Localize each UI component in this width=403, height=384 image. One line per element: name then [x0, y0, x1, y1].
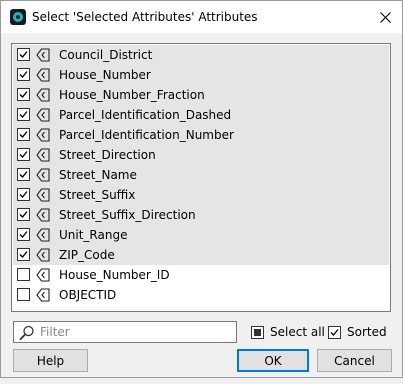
close-button[interactable] — [368, 1, 402, 33]
title-bar: Select 'Selected Attributes' Attributes — [1, 1, 402, 33]
field-checkbox[interactable] — [17, 108, 30, 121]
sorted-checkbox[interactable] — [328, 325, 341, 339]
field-name: ZIP_Code — [59, 248, 115, 262]
field-type-icon — [36, 168, 50, 182]
field-type-icon — [36, 268, 50, 282]
field-name: Parcel_Identification_Number — [59, 128, 234, 142]
field-row[interactable]: Street_Direction — [13, 145, 389, 165]
field-checkbox[interactable] — [17, 208, 30, 221]
field-type-icon — [36, 48, 50, 62]
field-checkbox[interactable] — [17, 48, 30, 61]
field-checkbox[interactable] — [17, 228, 30, 241]
field-name: Parcel_Identification_Dashed — [59, 108, 232, 122]
field-name: House_Number_ID — [59, 268, 170, 282]
select-all-toggle[interactable]: Select all — [251, 325, 325, 339]
field-type-icon — [36, 228, 50, 242]
field-checkbox[interactable] — [17, 188, 30, 201]
search-icon — [19, 325, 34, 341]
field-row[interactable]: Unit_Range — [13, 225, 389, 245]
sorted-toggle[interactable]: Sorted — [328, 325, 387, 339]
field-row[interactable]: Parcel_Identification_Number — [13, 125, 389, 145]
filter-input[interactable] — [40, 324, 232, 340]
field-checkbox[interactable] — [17, 88, 30, 101]
field-type-icon — [36, 88, 50, 102]
field-checkbox[interactable] — [17, 68, 30, 81]
checkmark-icon — [19, 171, 28, 178]
checkmark-icon — [19, 151, 28, 158]
select-all-checkbox[interactable] — [251, 325, 264, 339]
field-type-icon — [36, 208, 50, 222]
checkmark-icon — [19, 211, 28, 218]
checkmark-icon — [19, 251, 28, 258]
field-row[interactable]: ZIP_Code — [13, 245, 389, 265]
field-checkbox[interactable] — [17, 268, 30, 281]
sorted-label: Sorted — [347, 325, 387, 339]
checkmark-icon — [19, 51, 28, 58]
field-name: Street_Direction — [59, 148, 156, 162]
close-icon — [379, 11, 391, 23]
checkmark-icon — [19, 191, 28, 198]
attribute-select-dialog: Select 'Selected Attributes' Attributes … — [0, 0, 403, 378]
field-row[interactable]: Council_District — [13, 45, 389, 65]
field-checkbox[interactable] — [17, 148, 30, 161]
select-all-label: Select all — [270, 325, 325, 339]
field-row[interactable]: Street_Suffix_Direction — [13, 205, 389, 225]
field-name: Street_Suffix_Direction — [59, 208, 196, 222]
field-type-icon — [36, 108, 50, 122]
field-checkbox[interactable] — [17, 288, 30, 301]
field-row[interactable]: Street_Suffix — [13, 185, 389, 205]
checkmark-icon — [19, 231, 28, 238]
attribute-list[interactable]: Council_District House_Number House_Number… — [11, 43, 391, 312]
field-type-icon — [36, 248, 50, 262]
field-type-icon — [36, 288, 50, 302]
field-name: House_Number — [59, 68, 151, 82]
checkmark-icon — [19, 71, 28, 78]
field-checkbox[interactable] — [17, 168, 30, 181]
ok-button[interactable]: OK — [237, 349, 309, 372]
field-row[interactable]: OBJECTID — [13, 285, 389, 305]
field-checkbox[interactable] — [17, 248, 30, 261]
checkmark-icon — [19, 131, 28, 138]
window-title: Select 'Selected Attributes' Attributes — [32, 10, 258, 24]
field-row[interactable]: House_Number — [13, 65, 389, 85]
field-checkbox[interactable] — [17, 128, 30, 141]
checkmark-icon — [19, 91, 28, 98]
cancel-button[interactable]: Cancel — [317, 349, 392, 372]
field-type-icon — [36, 188, 50, 202]
checkmark-icon — [19, 111, 28, 118]
field-name: Council_District — [59, 48, 153, 62]
field-type-icon — [36, 148, 50, 162]
field-row[interactable]: House_Number_Fraction — [13, 85, 389, 105]
checkmark-icon — [330, 328, 339, 336]
field-row[interactable]: Street_Name — [13, 165, 389, 185]
filter-field[interactable] — [13, 321, 237, 343]
field-type-icon — [36, 68, 50, 82]
field-name: Street_Name — [59, 168, 137, 182]
background-window-strip — [0, 378, 403, 384]
field-name: House_Number_Fraction — [59, 88, 205, 102]
field-row[interactable]: Parcel_Identification_Dashed — [13, 105, 389, 125]
help-button[interactable]: Help — [13, 349, 88, 372]
field-name: Street_Suffix — [59, 188, 136, 202]
field-type-icon — [36, 128, 50, 142]
field-name: OBJECTID — [59, 288, 117, 302]
field-row[interactable]: House_Number_ID — [13, 265, 389, 285]
app-icon — [10, 9, 26, 25]
field-name: Unit_Range — [59, 228, 128, 242]
